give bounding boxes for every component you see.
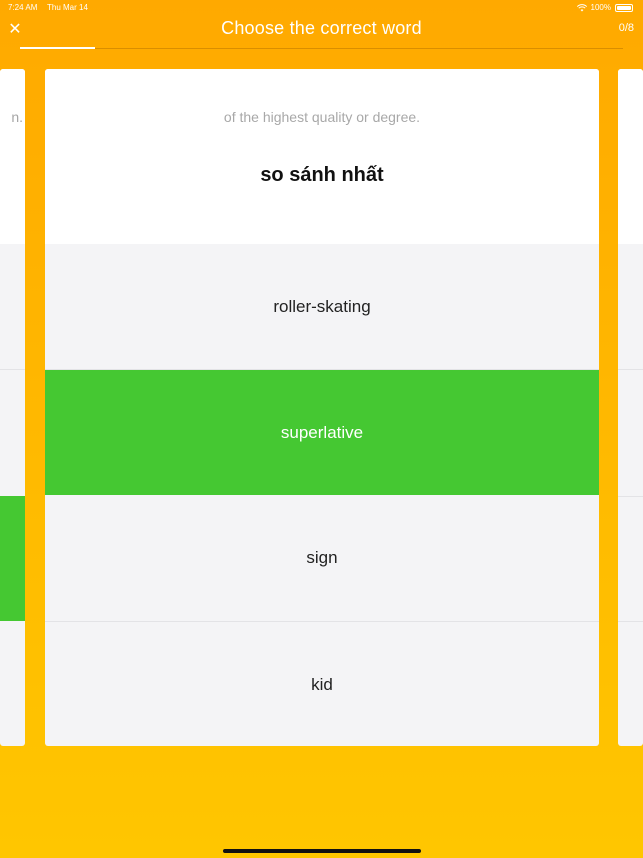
status-bar: 7:24 AM Thu Mar 14 100% xyxy=(0,0,643,16)
progress-counter: 0/8 xyxy=(618,22,634,34)
next-card[interactable] xyxy=(618,69,643,746)
option-roller-skating[interactable]: roller-skating xyxy=(45,244,599,369)
option-superlative[interactable]: superlative xyxy=(45,370,599,495)
option-label: superlative xyxy=(280,422,364,442)
question-card: of the highest quality or degree. so sán… xyxy=(45,69,599,746)
divider xyxy=(0,369,25,370)
option-label: roller-skating xyxy=(273,296,371,316)
previous-card-top: n. xyxy=(0,69,25,244)
page-title: Choose the correct word xyxy=(221,18,422,38)
divider xyxy=(618,496,643,497)
question-area: of the highest quality or degree. so sán… xyxy=(45,69,599,244)
battery-icon xyxy=(615,3,633,12)
status-indicators: 100% xyxy=(576,3,633,12)
status-date: Thu Mar 14 xyxy=(47,3,88,12)
status-time: 7:24 AM xyxy=(8,3,38,12)
option-kid[interactable]: kid xyxy=(45,622,599,746)
previous-card-correct-option xyxy=(0,496,25,621)
next-card-top xyxy=(618,69,643,244)
progress-track xyxy=(20,47,623,49)
previous-card[interactable]: n. xyxy=(0,69,25,746)
option-label: sign xyxy=(306,547,338,567)
wifi-icon xyxy=(576,3,587,11)
option-sign[interactable]: sign xyxy=(45,495,599,620)
translation-text: so sánh nhất xyxy=(260,164,384,186)
divider xyxy=(618,621,643,622)
option-label: kid xyxy=(311,674,333,694)
battery-percent: 100% xyxy=(590,3,611,12)
home-indicator[interactable] xyxy=(223,849,421,853)
definition-text: of the highest quality or degree. xyxy=(223,109,421,125)
divider xyxy=(618,369,643,370)
previous-card-definition: n. xyxy=(11,109,23,125)
progress-fill xyxy=(20,47,96,49)
